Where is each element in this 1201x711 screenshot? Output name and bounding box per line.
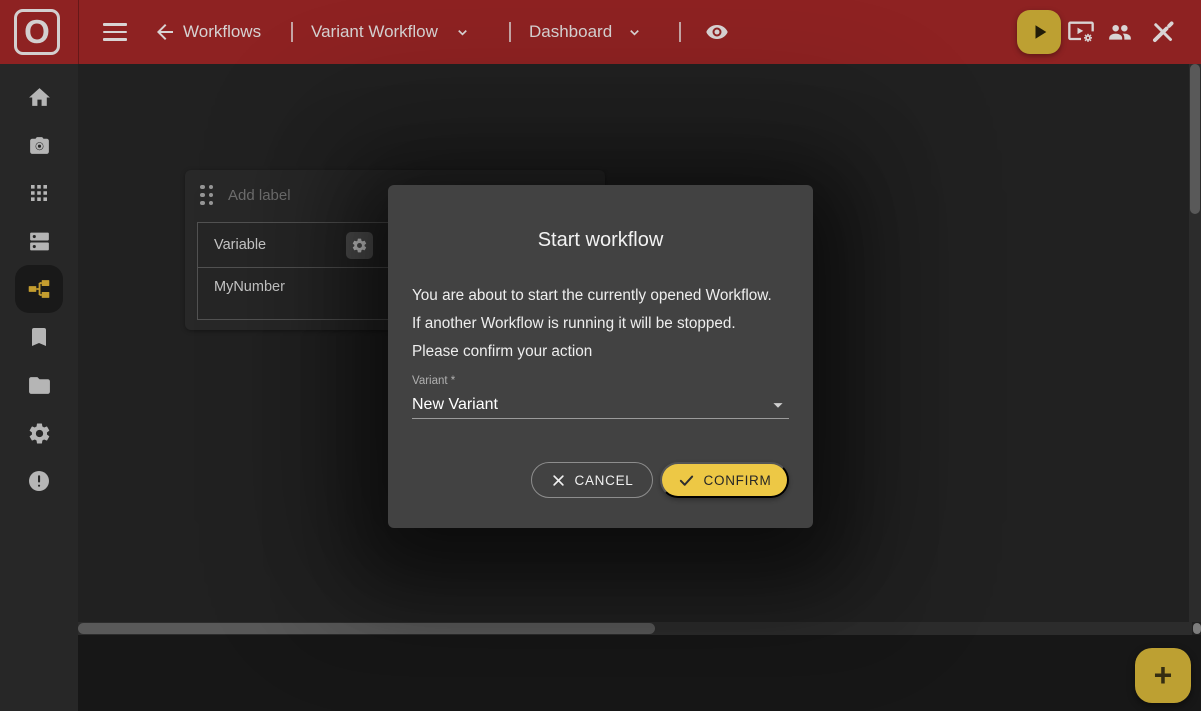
bottom-panel [78,635,1201,711]
confirm-button-label: CONFIRM [704,473,772,488]
sidebar-item-devices[interactable] [15,217,63,265]
sidebar-item-settings[interactable] [15,409,63,457]
field-value: MyNumber [214,279,285,295]
workflow-icon [26,276,52,302]
users-icon[interactable] [1106,19,1134,45]
chevron-down-icon[interactable] [455,25,470,40]
node-label-placeholder[interactable]: Add label [228,187,291,204]
server-list-icon [27,229,52,254]
bookmark-icon [27,325,51,349]
apps-grid-icon [27,181,51,205]
cancel-button[interactable]: CANCEL [531,462,653,498]
sidebar-item-camera[interactable] [15,121,63,169]
breadcrumb-divider [679,22,681,42]
sidebar-item-home[interactable] [15,73,63,121]
back-arrow-icon[interactable] [153,20,177,44]
play-icon [1027,20,1051,44]
breadcrumb-workflow-name[interactable]: Variant Workflow [311,0,438,64]
vertical-scrollbar-thumb[interactable] [1190,64,1200,214]
breadcrumb-view-name[interactable]: Dashboard [529,0,612,64]
scrollbar-corner [1193,623,1201,634]
home-icon [27,85,52,110]
horizontal-scrollbar-thumb[interactable] [78,623,655,634]
start-workflow-dialog: Start workflow You are about to start th… [388,185,813,528]
dialog-body-line: If another Workflow is running it will b… [412,310,789,338]
sidebar-item-apps[interactable] [15,169,63,217]
sidebar-item-alerts[interactable] [15,457,63,505]
sidebar-item-files[interactable] [15,361,63,409]
horizontal-scrollbar[interactable] [78,622,1192,635]
dialog-actions: CANCEL CONFIRM [531,462,789,498]
dialog-body-line: Please confirm your action [412,338,789,366]
camera-icon [27,133,52,158]
breadcrumb-divider [291,22,293,42]
screen-cast-settings-icon[interactable] [1066,18,1096,46]
menu-icon[interactable] [103,23,127,41]
app-logo[interactable]: O [14,9,60,55]
drag-handle-icon[interactable] [200,185,213,206]
gear-icon [351,237,368,254]
dialog-body: You are about to start the currently ope… [412,282,789,366]
app-logo-letter: O [24,13,50,51]
eye-icon[interactable] [704,20,730,44]
check-icon [678,472,695,489]
field-settings-button[interactable] [346,232,373,259]
sidebar [0,64,78,711]
run-workflow-button[interactable] [1017,10,1061,54]
plus-icon: + [1154,657,1173,694]
variant-select[interactable]: New Variant [412,391,789,419]
gear-icon [27,421,52,446]
error-icon [27,469,51,493]
confirm-button[interactable]: CONFIRM [660,462,789,498]
topbar-divider [78,0,79,64]
dropdown-arrow-icon [767,394,789,416]
sidebar-item-bookmarks[interactable] [15,313,63,361]
dialog-body-line: You are about to start the currently ope… [412,282,789,310]
close-icon [551,473,566,488]
variant-field-label: Variant * [412,375,789,387]
vertical-scrollbar[interactable] [1189,64,1201,622]
tools-icon[interactable] [1148,17,1178,47]
breadcrumb-divider [509,22,511,42]
cancel-button-label: CANCEL [575,473,634,488]
variant-select-value: New Variant [412,396,498,414]
breadcrumb-workflows[interactable]: Workflows [183,0,261,64]
add-button[interactable]: + [1135,648,1191,703]
folder-icon [27,373,52,398]
field-label: Variable [214,237,266,253]
chevron-down-icon[interactable] [627,25,642,40]
topbar: O Workflows Variant Workflow Dashboard [0,0,1201,64]
sidebar-item-workflows[interactable] [15,265,63,313]
dialog-title: Start workflow [388,185,813,252]
